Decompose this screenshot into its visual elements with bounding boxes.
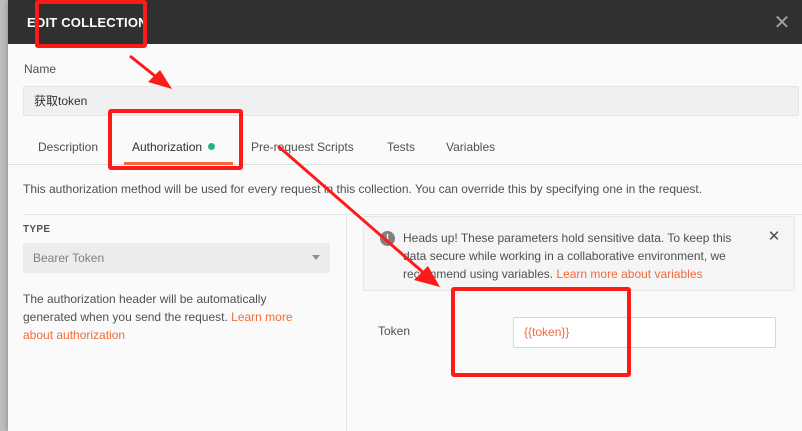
arrow-2-line — [277, 144, 426, 276]
annotation-arrows — [129, 54, 440, 287]
